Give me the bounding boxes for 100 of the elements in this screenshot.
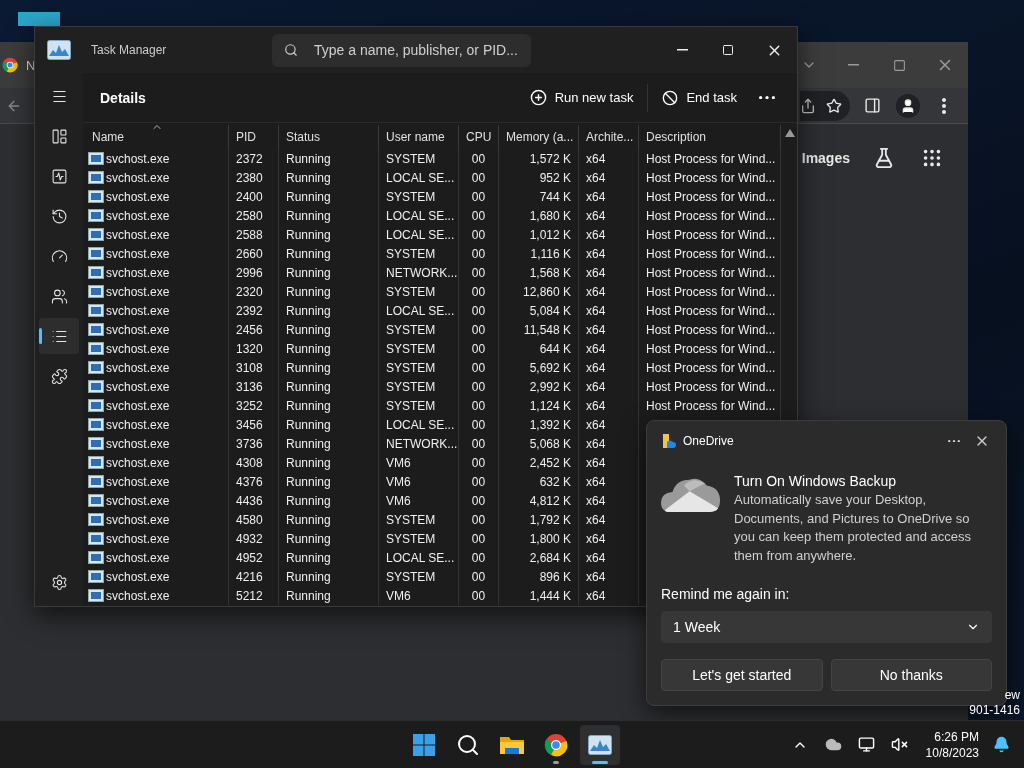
clock[interactable]: 6:26 PM 10/8/2023: [919, 728, 985, 761]
description-cell: Host Process for Wind...: [639, 263, 781, 282]
search-icon: [456, 732, 480, 757]
network-icon[interactable]: [857, 736, 875, 753]
status-cell: Running: [279, 586, 379, 605]
memory-cell: 1,800 K: [499, 529, 579, 548]
architecture-cell: x64: [579, 225, 639, 244]
status-cell: Running: [279, 453, 379, 472]
architecture-cell: x64: [579, 320, 639, 339]
memory-cell: 632 K: [499, 472, 579, 491]
status-cell: Running: [279, 415, 379, 434]
remind-label: Remind me again in:: [661, 586, 791, 602]
minimize-icon: [847, 64, 859, 66]
memory-cell: 896 K: [499, 567, 579, 586]
pid-cell: 4580: [229, 510, 279, 529]
column-header[interactable]: Name: [85, 125, 229, 149]
status-cell: Running: [279, 434, 379, 453]
pid-cell: 4932: [229, 529, 279, 548]
description-cell: Host Process for Wind...: [639, 168, 781, 187]
process-name: svchost.exe: [106, 360, 170, 375]
user-name-cell: SYSTEM: [379, 567, 459, 586]
cpu-cell: 00: [459, 510, 499, 529]
pid-cell: 4376: [229, 472, 279, 491]
cloud-icon[interactable]: [824, 736, 842, 753]
taskbar-app-button[interactable]: [580, 724, 620, 765]
cpu-cell: 00: [459, 263, 499, 282]
status-cell: Running: [279, 567, 379, 586]
status-cell: Running: [279, 320, 379, 339]
column-header[interactable]: Status: [279, 125, 379, 149]
search-icon: [284, 43, 298, 57]
memory-cell: 1,444 K: [499, 586, 579, 605]
history-icon: [50, 207, 68, 225]
performance-icon: [50, 167, 68, 185]
process-icon: [88, 285, 104, 298]
pid-cell: 3108: [229, 358, 279, 377]
pid-cell: 4216: [229, 567, 279, 586]
bookmark-star-icon[interactable]: [826, 97, 842, 114]
process-icon: [88, 304, 104, 317]
architecture-cell: x64: [579, 415, 639, 434]
scroll-up-icon[interactable]: [785, 129, 795, 137]
status-cell: Running: [279, 358, 379, 377]
process-icon: [88, 418, 104, 431]
column-header[interactable]: Archite...: [579, 125, 639, 149]
volume-muted-icon[interactable]: [890, 736, 908, 753]
notification-message: Automatically save your Desktop, Documents, and Pictures to OneDrive so you can keep them protected and access them from anywhere.: [734, 491, 973, 565]
process-name: svchost.exe: [106, 398, 170, 413]
process-icon: [88, 380, 104, 393]
column-header[interactable]: Description: [639, 125, 781, 149]
architecture-cell: x64: [579, 358, 639, 377]
process-name: svchost.exe: [106, 436, 170, 451]
run-new-task-button[interactable]: Run new task: [521, 80, 642, 115]
memory-cell: 644 K: [499, 339, 579, 358]
status-cell: Running: [279, 282, 379, 301]
architecture-cell: x64: [579, 168, 639, 187]
status-cell: Running: [279, 301, 379, 320]
task-manager-icon: [47, 40, 71, 60]
process-name: svchost.exe: [106, 189, 170, 204]
process-icon: [88, 228, 104, 241]
column-header[interactable]: Memory (a...: [499, 125, 579, 149]
user-name-cell: LOCAL SE...: [379, 206, 459, 225]
status-cell: Running: [279, 206, 379, 225]
end-task-button[interactable]: End task: [654, 80, 745, 115]
remind-dropdown[interactable]: 1 Week: [661, 611, 992, 643]
memory-cell: 1,012 K: [499, 225, 579, 244]
pid-cell: 2580: [229, 206, 279, 225]
process-name: svchost.exe: [106, 341, 170, 356]
architecture-cell: x64: [579, 434, 639, 453]
memory-cell: 12,860 K: [499, 282, 579, 301]
window-title: Task Manager: [90, 43, 168, 57]
flask-icon: [873, 147, 895, 169]
more-options-button[interactable]: [946, 437, 962, 445]
process-icon: [88, 399, 104, 412]
memory-cell: 11,548 K: [499, 320, 579, 339]
details-tab[interactable]: [39, 318, 79, 354]
users-icon: [50, 287, 68, 305]
maximize-icon: [892, 58, 906, 72]
address-bar[interactable]: [800, 90, 850, 121]
architecture-cell: x64: [579, 548, 639, 567]
notification-bell-icon[interactable]: [993, 736, 1010, 753]
column-header[interactable]: CPU: [459, 125, 499, 149]
process-icon: [88, 437, 104, 450]
status-cell: Running: [279, 491, 379, 510]
get-started-button[interactable]: Let's get started: [661, 659, 823, 691]
user-name-cell: LOCAL SE...: [379, 548, 459, 567]
share-icon[interactable]: [800, 97, 816, 114]
architecture-cell: x64: [579, 567, 639, 586]
memory-cell: 1,572 K: [499, 149, 579, 168]
pid-cell: 4436: [229, 491, 279, 510]
cpu-cell: 00: [459, 567, 499, 586]
no-thanks-button[interactable]: No thanks: [830, 659, 992, 691]
column-header[interactable]: User name: [379, 125, 459, 149]
search-field[interactable]: Type a name, publisher, or PID...: [272, 33, 531, 67]
pid-cell: 4308: [229, 453, 279, 472]
architecture-cell: x64: [579, 453, 639, 472]
process-icon: [88, 475, 104, 488]
column-header[interactable]: PID: [229, 125, 279, 149]
browser-tab-title[interactable]: N: [26, 57, 36, 73]
process-name: svchost.exe: [106, 417, 170, 432]
images-link[interactable]: Images: [801, 150, 850, 166]
user-name-cell: SYSTEM: [379, 244, 459, 263]
